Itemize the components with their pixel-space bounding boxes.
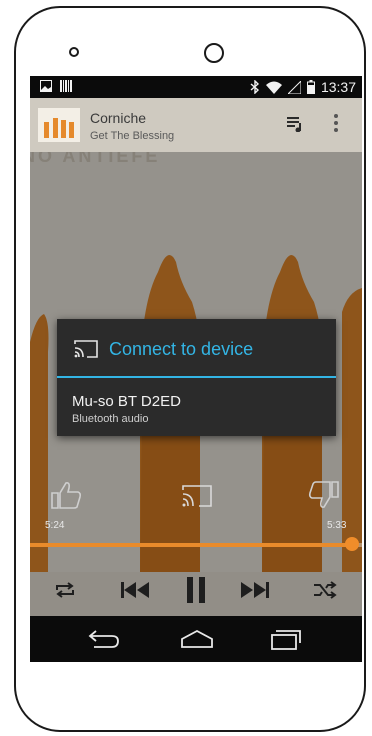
signal-icon: [287, 80, 301, 94]
device-list-item[interactable]: Mu-so BT D2ED Bluetooth audio: [57, 378, 336, 436]
screen: 13:37 NO ANTIEFE Corniche Get The Blessi…: [30, 76, 362, 662]
now-playing-header[interactable]: Corniche Get The Blessing: [30, 98, 362, 152]
device-type: Bluetooth audio: [72, 413, 149, 425]
image-icon: [40, 80, 52, 92]
shuffle-icon[interactable]: [313, 581, 337, 599]
dialog-title: Connect to device: [109, 339, 254, 359]
seek-thumb[interactable]: [345, 537, 360, 551]
battery-icon: [306, 80, 315, 94]
phone-sensor: [69, 47, 79, 57]
queue-icon[interactable]: [286, 114, 304, 132]
song-title: Corniche: [90, 110, 147, 126]
wifi-icon: [265, 81, 282, 94]
thumbs-up-icon[interactable]: [48, 480, 82, 510]
back-icon[interactable]: [88, 629, 120, 649]
navigation-bar: [30, 616, 362, 662]
total-time: 5:33: [327, 520, 347, 531]
status-bar: 13:37: [30, 76, 362, 98]
more-icon[interactable]: [332, 112, 340, 134]
barcode-icon: [60, 80, 72, 92]
previous-icon[interactable]: [120, 580, 150, 600]
connect-dialog: Connect to device Mu-so BT D2ED Bluetoot…: [57, 319, 336, 436]
seek-progress: [30, 543, 353, 547]
home-icon[interactable]: [180, 629, 214, 649]
artist-name: Get The Blessing: [90, 130, 175, 142]
recents-icon[interactable]: [270, 627, 302, 651]
phone-camera: [204, 43, 224, 63]
transport-controls: [30, 564, 362, 616]
repeat-icon[interactable]: [54, 582, 76, 598]
next-icon[interactable]: [240, 580, 270, 600]
status-time: 13:37: [320, 79, 356, 95]
device-name: Mu-so BT D2ED: [72, 393, 181, 410]
now-playing-screen: NO ANTIEFE Corniche Get The Blessing 5:2…: [30, 98, 362, 616]
thumbs-down-icon[interactable]: [308, 480, 342, 510]
dialog-cast-icon: [74, 340, 98, 358]
cover-thumbnail: [38, 108, 80, 142]
cast-icon[interactable]: [181, 484, 213, 508]
bluetooth-icon: [250, 80, 259, 94]
seek-bar[interactable]: [30, 537, 362, 551]
elapsed-time: 5:24: [45, 520, 65, 531]
pause-icon[interactable]: [185, 575, 207, 605]
